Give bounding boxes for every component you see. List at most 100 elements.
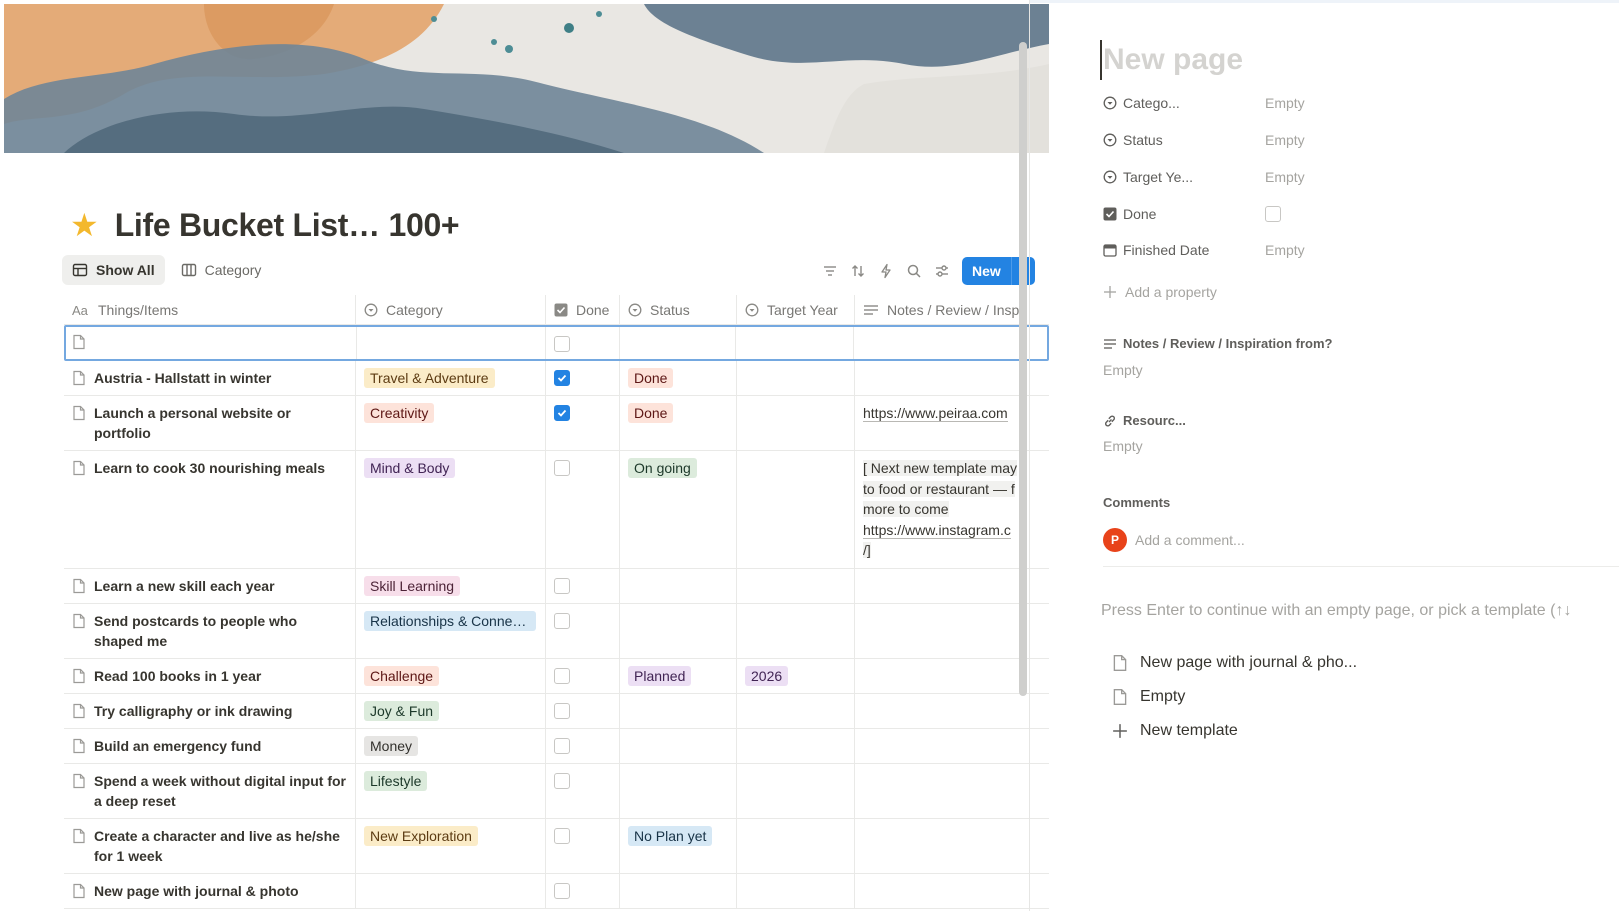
category-tag[interactable]: Joy & Fun — [364, 700, 440, 721]
done-checkbox[interactable] — [554, 577, 570, 594]
star-icon[interactable]: ★ — [70, 209, 99, 241]
done-checkbox[interactable] — [554, 827, 570, 844]
category-cell[interactable]: Lifestyle — [356, 763, 546, 818]
done-checkbox[interactable] — [554, 702, 570, 719]
notes-cell[interactable] — [855, 694, 1049, 728]
done-checkbox[interactable] — [554, 460, 570, 476]
category-tag[interactable]: Mind & Body — [364, 458, 456, 478]
cover-image[interactable] — [4, 4, 1049, 153]
target-year-cell[interactable] — [737, 361, 855, 395]
table-row[interactable]: Try calligraphy or ink drawing Joy & Fun — [64, 693, 1049, 729]
category-cell[interactable]: Skill Learning — [356, 568, 546, 603]
target-year-cell[interactable] — [737, 763, 855, 818]
item-name-cell[interactable]: Spend a week without digital input for a… — [64, 763, 356, 818]
page-title[interactable]: Life Bucket List… 100+ — [115, 207, 460, 244]
column-header-category[interactable]: Category — [356, 295, 546, 324]
new-row-done-cell[interactable] — [546, 327, 620, 359]
new-row-category-cell[interactable] — [357, 327, 546, 359]
status-cell[interactable]: Done — [620, 396, 737, 450]
status-cell[interactable] — [620, 763, 737, 818]
add-property-button[interactable]: Add a property — [1103, 284, 1217, 300]
table-row[interactable]: Build an emergency fund Money — [64, 728, 1049, 764]
done-cell[interactable] — [546, 658, 620, 693]
template-journal-photo[interactable]: New page with journal & pho... — [1112, 654, 1357, 672]
table-row[interactable]: Learn to cook 30 nourishing meals Mind & … — [64, 451, 1049, 569]
target-year-cell[interactable] — [737, 451, 855, 568]
status-cell[interactable] — [620, 873, 737, 908]
item-name-cell[interactable]: Try calligraphy or ink drawing — [64, 693, 356, 728]
target-year-cell[interactable] — [737, 603, 855, 658]
status-cell[interactable] — [620, 603, 737, 658]
item-name[interactable]: Build an emergency fund — [94, 736, 261, 756]
status-cell[interactable]: Planned — [620, 658, 737, 693]
view-tab-category[interactable]: Category — [171, 255, 272, 285]
category-tag[interactable]: New Exploration — [364, 825, 478, 846]
done-cell[interactable] — [546, 818, 620, 873]
notes-property-value[interactable]: Empty — [1103, 362, 1143, 378]
status-tag[interactable]: Done — [628, 403, 674, 423]
sort-icon[interactable] — [844, 257, 872, 285]
item-name-cell[interactable]: New page with journal & photo — [64, 873, 356, 908]
new-row-editing[interactable] — [64, 325, 1049, 361]
status-tag[interactable]: Planned — [628, 665, 692, 686]
target-year-cell[interactable]: 2026 — [737, 658, 855, 693]
item-name-cell[interactable]: Learn to cook 30 nourishing meals — [64, 451, 356, 568]
template-new[interactable]: New template — [1112, 722, 1238, 740]
category-cell[interactable]: Relationships & Connec... — [356, 603, 546, 658]
done-cell[interactable] — [546, 568, 620, 603]
done-cell[interactable] — [546, 451, 620, 568]
new-button[interactable]: New — [962, 257, 1011, 285]
item-name[interactable]: Learn a new skill each year — [94, 576, 275, 596]
item-name-cell[interactable]: Launch a personal website or portfolio — [64, 396, 356, 450]
table-row[interactable]: Launch a personal website or portfolio Cr… — [64, 396, 1049, 451]
property-value[interactable]: Empty — [1265, 132, 1305, 148]
status-cell[interactable] — [620, 728, 737, 763]
target-year-cell[interactable] — [737, 396, 855, 450]
target-year-cell[interactable] — [737, 693, 855, 728]
category-tag[interactable]: Travel & Adventure — [364, 368, 495, 388]
item-name[interactable]: Try calligraphy or ink drawing — [94, 701, 292, 721]
category-cell[interactable] — [356, 873, 546, 908]
new-row-status-cell[interactable] — [620, 327, 737, 359]
category-tag[interactable]: Creativity — [364, 403, 435, 423]
status-cell[interactable] — [620, 693, 737, 728]
item-name[interactable]: Austria - Hallstatt in winter — [94, 368, 271, 388]
resource-property-value[interactable]: Empty — [1103, 438, 1143, 454]
property-value[interactable]: Empty — [1265, 169, 1305, 185]
category-tag[interactable]: Relationships & Connec... — [364, 610, 536, 631]
done-checkbox[interactable] — [554, 772, 570, 789]
resource-property-label[interactable]: Resourc... — [1103, 413, 1186, 428]
note-link[interactable]: https://www.peiraa.com — [863, 405, 1008, 422]
table-row[interactable]: Read 100 books in 1 year Challenge Planned… — [64, 658, 1049, 694]
notes-property-label[interactable]: Notes / Review / Inspiration from? — [1103, 336, 1332, 351]
category-cell[interactable]: Travel & Adventure — [356, 361, 546, 395]
status-tag[interactable]: On going — [628, 458, 697, 478]
item-name[interactable]: Send postcards to people who shaped me — [94, 611, 347, 651]
property-value[interactable]: Empty — [1265, 95, 1305, 111]
item-name-cell[interactable]: Create a character and live as he/she fo… — [64, 818, 356, 873]
done-cell[interactable] — [546, 396, 620, 450]
done-checkbox[interactable] — [554, 405, 570, 421]
done-checkbox[interactable] — [554, 612, 570, 629]
table-row[interactable]: Create a character and live as he/she fo… — [64, 818, 1049, 874]
add-comment-input[interactable]: Add a comment... — [1135, 532, 1245, 548]
item-name[interactable]: Learn to cook 30 nourishing meals — [94, 458, 325, 478]
table-row[interactable]: New page with journal & photo — [64, 873, 1049, 909]
status-tag[interactable]: No Plan yet — [628, 825, 713, 846]
status-cell[interactable]: No Plan yet — [620, 818, 737, 873]
target-year-cell[interactable] — [737, 568, 855, 603]
status-cell[interactable]: On going — [620, 451, 737, 568]
status-tag[interactable]: Done — [628, 368, 674, 388]
new-row-target-year-cell[interactable] — [736, 327, 854, 359]
done-checkbox[interactable] — [554, 370, 570, 386]
item-name-cell[interactable]: Austria - Hallstatt in winter — [64, 361, 356, 395]
item-name[interactable]: Create a character and live as he/she fo… — [94, 826, 347, 866]
done-cell[interactable] — [546, 763, 620, 818]
new-row-name-cell[interactable] — [66, 327, 357, 359]
category-tag[interactable]: Challenge — [364, 665, 440, 686]
item-name[interactable]: Read 100 books in 1 year — [94, 666, 261, 686]
item-name[interactable]: Spend a week without digital input for a… — [94, 771, 347, 811]
automation-icon[interactable] — [872, 257, 900, 285]
notes-cell[interactable] — [855, 764, 1049, 818]
item-name[interactable]: New page with journal & photo — [94, 881, 299, 901]
